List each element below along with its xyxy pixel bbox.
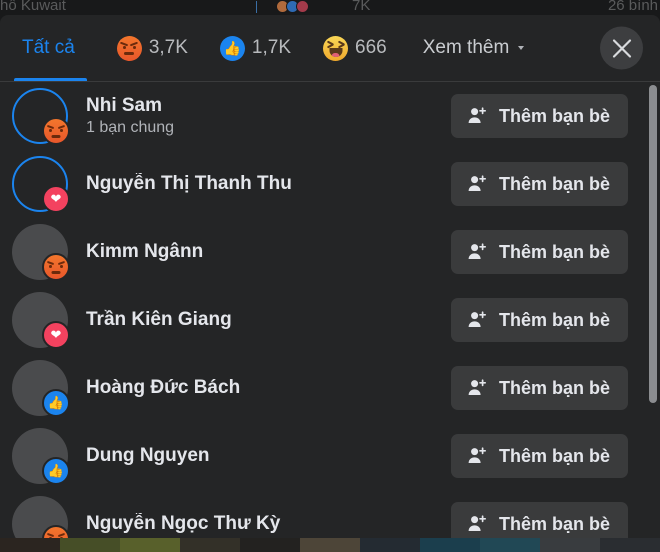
angry-reaction-icon	[116, 35, 142, 61]
background-comment-count: 26 bình	[607, 0, 658, 14]
list-item[interactable]: Kimm Ngânn Thêm bạn bè	[0, 218, 660, 286]
tab-angry-count: 3,7K	[148, 37, 188, 58]
love-reaction-icon	[296, 0, 309, 13]
avatar-container[interactable]: 👍	[12, 360, 70, 417]
background-thumb	[300, 538, 360, 552]
tab-all[interactable]: Tất cả	[0, 15, 101, 81]
add-friend-label: Thêm bạn bè	[498, 309, 610, 330]
background-photo-strip	[0, 538, 660, 552]
background-reaction-icons	[276, 0, 309, 13]
person-plus-icon	[468, 515, 487, 531]
reactions-list: Nhi Sam 1 bạn chung Thêm bạn bè ❤ Nguyễn Thị…	[0, 82, 660, 538]
love-reaction-badge-icon: ❤	[42, 321, 70, 349]
person-info: Hoàng Đức Bách	[86, 377, 451, 399]
see-more-label: Xem thêm	[422, 37, 510, 58]
list-item[interactable]: 👍 Hoàng Đức Bách Thêm bạn bè	[0, 354, 660, 422]
list-item[interactable]: 👍 Dung Nguyen Thêm bạn bè	[0, 422, 660, 490]
add-friend-label: Thêm bạn bè	[498, 241, 610, 262]
background-divider	[256, 1, 257, 13]
person-name: Kimm Ngânn	[86, 241, 204, 262]
background-thumb	[600, 538, 660, 552]
person-info: Nguyễn Ngọc Thư Kỳ	[86, 513, 451, 535]
angry-reaction-badge-icon	[42, 117, 70, 145]
love-reaction-badge-icon: ❤	[42, 185, 70, 213]
add-friend-button[interactable]: Thêm bạn bè	[450, 94, 628, 138]
see-more-tabs-button[interactable]: Xem thêm	[403, 15, 541, 81]
add-friend-button[interactable]: Thêm bạn bè	[450, 434, 628, 478]
person-name: Nguyễn Thị Thanh Thu	[86, 173, 292, 194]
reaction-tabs: Tất cả 3,7K 👍 1,7K 666 Xem thêm	[0, 15, 540, 81]
reactions-list-scroll-area[interactable]: Nhi Sam 1 bạn chung Thêm bạn bè ❤ Nguyễn Thị…	[0, 82, 660, 538]
list-item[interactable]: Nhi Sam 1 bạn chung Thêm bạn bè	[0, 82, 660, 150]
background-thumb	[120, 538, 180, 552]
add-friend-button[interactable]: Thêm bạn bè	[450, 230, 628, 274]
reactions-header: Tất cả 3,7K 👍 1,7K 666 Xem thêm	[0, 15, 660, 82]
person-info: Nguyễn Thị Thanh Thu	[86, 173, 451, 195]
haha-reaction-icon	[323, 35, 348, 61]
like-reaction-icon: 👍	[219, 35, 245, 61]
background-thumb	[360, 538, 420, 552]
add-friend-button[interactable]: Thêm bạn bè	[450, 162, 628, 206]
chevron-down-icon	[518, 46, 525, 50]
background-thumb	[0, 538, 60, 552]
avatar-container[interactable]: ❤	[12, 292, 70, 349]
add-friend-label: Thêm bạn bè	[498, 105, 610, 126]
avatar-container[interactable]	[12, 496, 70, 538]
person-name: Trần Kiên Giang	[86, 309, 232, 330]
mutual-friends-label: 1 bạn chung	[86, 119, 175, 136]
like-reaction-badge-icon: 👍	[42, 457, 70, 485]
background-thumb	[420, 538, 480, 552]
person-info: Trần Kiên Giang	[86, 309, 451, 331]
add-friend-button[interactable]: Thêm bạn bè	[450, 366, 628, 410]
add-friend-label: Thêm bạn bè	[498, 173, 610, 194]
avatar-container[interactable]	[12, 88, 70, 145]
background-thumb	[240, 538, 300, 552]
add-friend-label: Thêm bạn bè	[498, 513, 610, 534]
background-post-location: hô Kuwait	[0, 0, 66, 14]
list-item[interactable]: ❤ Nguyễn Thị Thanh Thu Thêm bạn bè	[0, 150, 660, 218]
person-name: Hoàng Đức Bách	[86, 377, 241, 398]
scrollbar-thumb[interactable]	[649, 85, 657, 403]
background-reaction-count: 7K	[352, 0, 371, 14]
person-plus-icon	[468, 175, 487, 191]
close-icon	[612, 38, 631, 58]
person-plus-icon	[468, 107, 487, 123]
avatar-container[interactable]: ❤	[12, 156, 70, 213]
angry-reaction-badge-icon	[42, 253, 70, 281]
tab-angry[interactable]: 3,7K	[101, 15, 204, 81]
avatar-container[interactable]	[12, 224, 70, 281]
tab-haha[interactable]: 666	[307, 15, 403, 81]
background-thumb	[540, 538, 600, 552]
reactions-modal-screen: hô Kuwait 7K 26 bình Tất cả 3,7K 👍 1,7K …	[0, 0, 660, 552]
background-thumb	[60, 538, 120, 552]
person-info: Nhi Sam 1 bạn chung	[86, 95, 451, 137]
reactions-sheet: Tất cả 3,7K 👍 1,7K 666 Xem thêm Nhi Sam …	[0, 15, 660, 538]
like-reaction-badge-icon: 👍	[42, 389, 70, 417]
add-friend-label: Thêm bạn bè	[498, 377, 610, 398]
tab-like[interactable]: 👍 1,7K	[204, 15, 307, 81]
person-name: Nhi Sam	[86, 95, 163, 116]
avatar-container[interactable]: 👍	[12, 428, 70, 485]
list-item[interactable]: Nguyễn Ngọc Thư Kỳ Thêm bạn bè	[0, 490, 660, 538]
person-info: Dung Nguyen	[86, 445, 451, 467]
person-name: Dung Nguyen	[86, 445, 210, 466]
person-plus-icon	[468, 311, 487, 327]
person-plus-icon	[468, 379, 487, 395]
add-friend-label: Thêm bạn bè	[498, 445, 610, 466]
background-thumb	[180, 538, 240, 552]
tab-like-count: 1,7K	[251, 37, 291, 58]
tab-haha-count: 666	[355, 37, 387, 58]
tab-active-indicator	[14, 78, 87, 81]
person-plus-icon	[468, 243, 487, 259]
person-name: Nguyễn Ngọc Thư Kỳ	[86, 513, 281, 534]
person-plus-icon	[468, 447, 487, 463]
close-button[interactable]	[600, 26, 643, 70]
list-scrollbar[interactable]	[649, 85, 657, 535]
add-friend-button[interactable]: Thêm bạn bè	[450, 298, 628, 342]
background-thumb	[480, 538, 540, 552]
person-info: Kimm Ngânn	[86, 241, 451, 263]
tab-all-label: Tất cả	[22, 37, 75, 58]
list-item[interactable]: ❤ Trần Kiên Giang Thêm bạn bè	[0, 286, 660, 354]
add-friend-button[interactable]: Thêm bạn bè	[450, 502, 628, 538]
